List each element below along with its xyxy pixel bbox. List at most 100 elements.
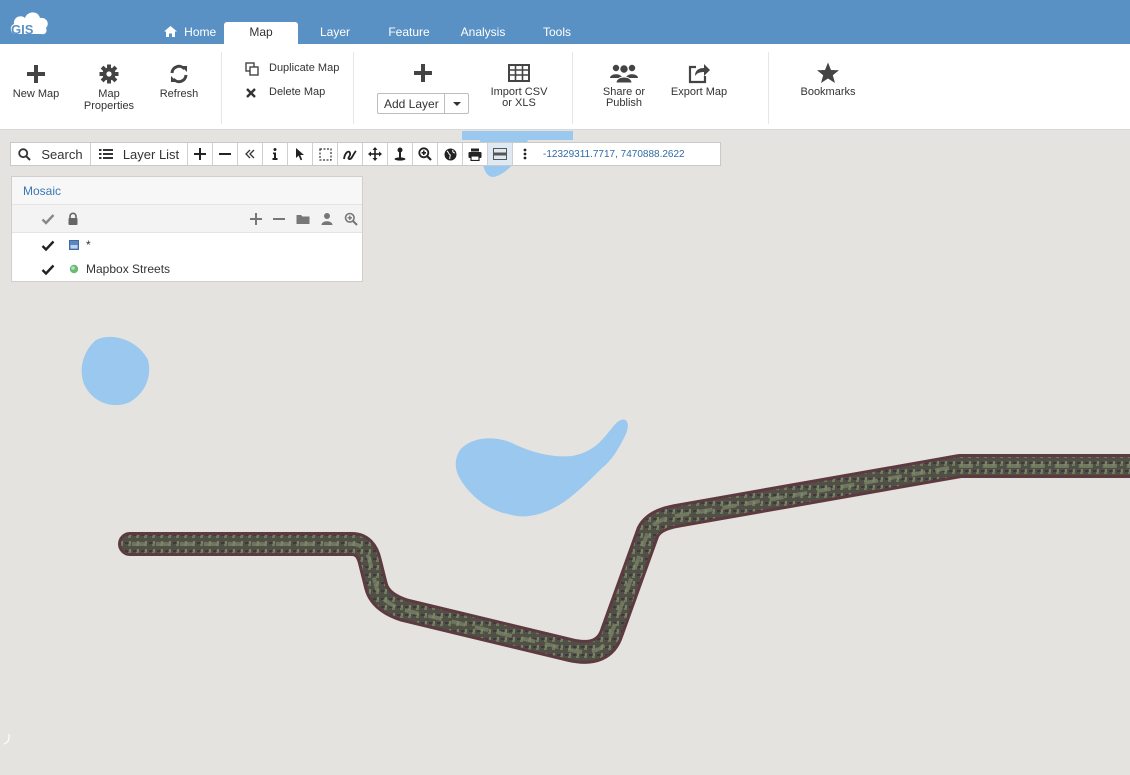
select-arrow-icon (295, 147, 304, 160)
box-select-icon (318, 147, 332, 161)
tab-layer-label: Layer (319, 25, 351, 39)
globe-button[interactable] (438, 143, 463, 165)
layer-name: * (86, 238, 91, 252)
gis-logo[interactable]: GIS (8, 6, 52, 38)
tab-analysis-label: Analysis (460, 25, 506, 39)
map-artifact (3, 733, 10, 745)
draw-line-icon (342, 149, 357, 160)
map-properties-button[interactable]: Map Properties (79, 64, 139, 112)
more-button[interactable] (513, 143, 537, 165)
basemap-toggle-icon (493, 148, 507, 160)
map-toolbar: Search Layer List -12329311.7717, 747088… (10, 142, 721, 166)
search-label: Search (41, 146, 83, 162)
tab-analysis[interactable]: Analysis (452, 22, 514, 44)
ribbon-divider (221, 52, 222, 124)
gear-icon (99, 64, 119, 84)
home-icon (163, 25, 180, 39)
bookmarks-button[interactable]: Bookmarks (796, 62, 860, 98)
checkmark-icon[interactable] (41, 263, 55, 276)
print-icon (468, 148, 482, 161)
close-icon (246, 88, 256, 98)
layer-row[interactable]: * (12, 233, 362, 257)
zoom-to-layer-icon[interactable] (344, 212, 358, 226)
info-icon (272, 148, 278, 160)
import-csv-label-2: or XLS (502, 97, 536, 109)
coordinate-readout: -12329311.7717, 7470888.2622 (543, 148, 685, 160)
layer-panel-title[interactable]: Mosaic (12, 177, 362, 205)
duplicate-map-label: Duplicate Map (269, 62, 340, 74)
search-icon (18, 147, 32, 161)
add-layer-plus-button[interactable] (403, 63, 443, 87)
share-publish-button[interactable]: Share or Publish (594, 62, 654, 109)
star-icon (817, 62, 839, 83)
export-map-button[interactable]: Export Map (668, 62, 730, 98)
map-properties-label-1: Map (98, 88, 120, 100)
tab-home[interactable]: Home (160, 22, 220, 44)
share-label-2: Publish (605, 97, 643, 109)
tab-tools[interactable]: Tools (534, 22, 580, 44)
layer-panel: Mosaic * Mapbox Streets (11, 176, 363, 282)
delete-map-button[interactable]: Delete Map (245, 86, 345, 100)
water-body-left (81, 336, 150, 406)
zoom-out-icon (219, 153, 231, 155)
box-select-button[interactable] (313, 143, 338, 165)
info-button[interactable] (263, 143, 288, 165)
chevron-down-icon[interactable] (444, 94, 468, 113)
new-map-button[interactable]: New Map (6, 64, 66, 100)
collapse-button[interactable] (238, 143, 263, 165)
draw-button[interactable] (338, 143, 363, 165)
tab-map-label: Map (249, 25, 273, 39)
remove-layer-icon[interactable] (272, 212, 286, 226)
layer-name: Mapbox Streets (86, 262, 171, 276)
tab-home-label: Home (184, 25, 217, 39)
lock-icon[interactable] (66, 212, 80, 226)
add-layer-dropdown[interactable]: Add Layer (377, 93, 469, 114)
more-vertical-icon (523, 148, 527, 160)
share-export-icon (688, 64, 710, 84)
tab-tools-label: Tools (542, 25, 571, 39)
zoom-to-button[interactable] (413, 143, 438, 165)
checkmark-icon[interactable] (41, 239, 55, 252)
logo-text: GIS (11, 22, 34, 37)
layer-list-button[interactable]: Layer List (91, 143, 188, 165)
ribbon-divider (768, 52, 769, 124)
new-map-label: New Map (12, 88, 60, 100)
raster-icon (69, 240, 79, 250)
globe-icon (444, 148, 456, 160)
bookmarks-label: Bookmarks (800, 86, 856, 98)
zoom-in-button[interactable] (188, 143, 213, 165)
basemap-toggle-button[interactable] (488, 143, 513, 165)
duplicate-icon (245, 62, 259, 76)
ribbon-divider (353, 52, 354, 124)
zoom-out-button[interactable] (213, 143, 238, 165)
plus-icon (414, 64, 432, 82)
map-properties-label-2: Properties (83, 100, 135, 112)
add-layer-icon[interactable] (249, 212, 263, 226)
print-button[interactable] (463, 143, 488, 165)
refresh-icon (170, 64, 188, 84)
refresh-button[interactable]: Refresh (149, 64, 209, 100)
layer-row[interactable]: Mapbox Streets (12, 257, 362, 281)
tab-feature[interactable]: Feature (380, 22, 438, 44)
check-all-icon[interactable] (41, 212, 55, 226)
user-icon[interactable] (320, 212, 334, 226)
duplicate-map-button[interactable]: Duplicate Map (245, 62, 345, 76)
tab-map[interactable]: Map (224, 22, 298, 44)
folder-icon[interactable] (296, 212, 310, 226)
globe-dot-icon (69, 264, 79, 274)
refresh-label: Refresh (159, 88, 199, 100)
pan-button[interactable] (363, 143, 388, 165)
water-body-center (455, 419, 628, 517)
search-button[interactable]: Search (11, 143, 91, 165)
tab-layer[interactable]: Layer (310, 22, 360, 44)
select-button[interactable] (288, 143, 313, 165)
export-map-label: Export Map (670, 86, 728, 98)
locate-button[interactable] (388, 143, 413, 165)
layer-list-label: Layer List (122, 146, 180, 162)
delete-map-label: Delete Map (269, 86, 326, 98)
table-icon (508, 64, 530, 82)
import-csv-button[interactable]: Import CSV or XLS (482, 64, 556, 109)
ribbon-toolbar: New Map Map Properties Refresh Duplicate… (0, 44, 1130, 130)
pan-icon (368, 147, 382, 161)
plus-icon (27, 65, 45, 83)
